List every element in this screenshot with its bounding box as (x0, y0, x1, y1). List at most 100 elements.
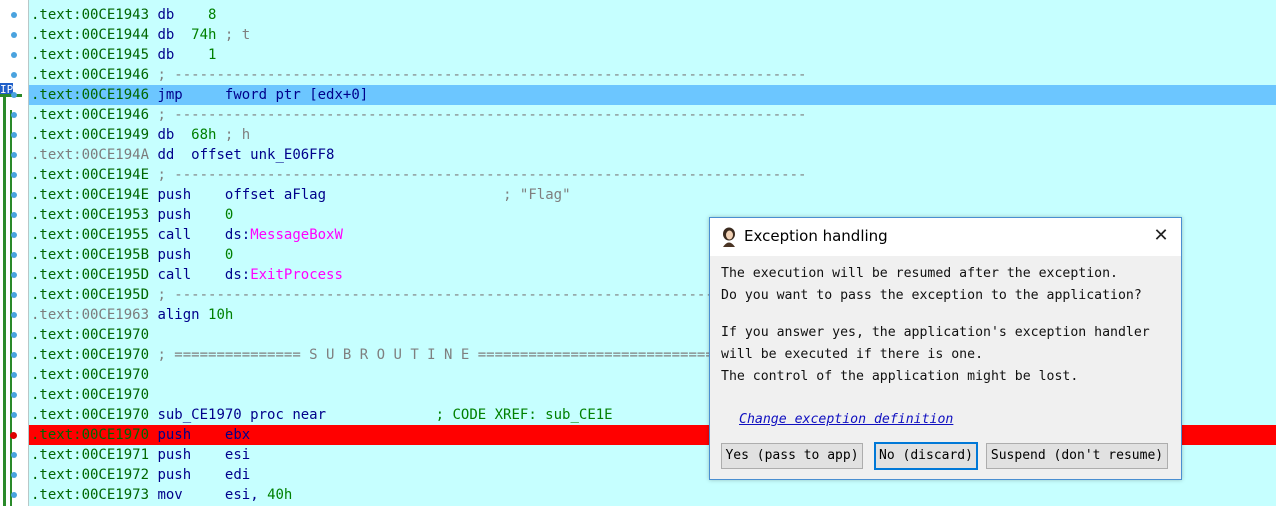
breakpoint-icon[interactable] (10, 432, 17, 439)
gutter-dot-icon[interactable] (11, 172, 17, 178)
listing-row[interactable]: .text:00CE1944 db 74h ; t (29, 25, 1276, 45)
listing-operand: 74h (191, 27, 217, 43)
exception-handling-dialog: Exception handling ✕ The execution will … (709, 217, 1182, 480)
listing-mnemonic: db (157, 27, 175, 43)
listing-row[interactable]: .text:00CE1946 ; -----------------------… (29, 65, 1276, 85)
listing-import-name: ExitProcess (250, 267, 343, 283)
gutter-dot-icon[interactable] (11, 112, 17, 118)
listing-operand: 0 (224, 247, 234, 263)
gutter-dot-icon[interactable] (11, 272, 17, 278)
no-discard-button[interactable]: No (discard) (874, 442, 978, 470)
listing-separator: ; --------------------------------------… (157, 67, 807, 83)
listing-address: .text:00CE1946 (31, 87, 150, 103)
dialog-message-line-5: The control of the application might be … (721, 369, 1079, 384)
listing-address: .text:00CE1972 (31, 467, 150, 483)
change-exception-definition-link[interactable]: Change exception definition (739, 412, 953, 427)
listing-address: .text:00CE195B (31, 247, 150, 263)
listing-address: .text:00CE1963 (31, 307, 150, 323)
listing-address: .text:00CE1970 (31, 407, 150, 423)
listing-row[interactable]: .text:00CE1949 db 68h ; h (29, 125, 1276, 145)
listing-address: .text:00CE1970 (31, 347, 150, 363)
dialog-message-line-2: Do you want to pass the exception to the… (721, 288, 1142, 303)
listing-operand: ds: (224, 267, 251, 283)
listing-row[interactable]: .text:00CE194A dd offset unk_E06FF8 (29, 145, 1276, 165)
gutter-dot-icon[interactable] (11, 252, 17, 258)
listing-address: .text:00CE195D (31, 287, 150, 303)
breakpoint-gutter[interactable]: IP (0, 0, 29, 506)
listing-address: .text:00CE1955 (31, 227, 150, 243)
gutter-dot-icon[interactable] (11, 52, 17, 58)
yes-pass-to-app-button[interactable]: Yes (pass to app) (721, 443, 863, 469)
listing-row[interactable]: .text:00CE194E push offset aFlag ; "Flag… (29, 185, 1276, 205)
listing-address: .text:00CE1971 (31, 447, 150, 463)
gutter-dot-icon[interactable] (11, 72, 17, 78)
gutter-dot-icon[interactable] (11, 12, 17, 18)
gutter-dot-icon[interactable] (11, 192, 17, 198)
dialog-titlebar[interactable]: Exception handling ✕ (710, 218, 1181, 256)
gutter-dot-icon[interactable] (11, 312, 17, 318)
dialog-message-line-3: If you answer yes, the application's exc… (721, 325, 1150, 340)
listing-separator: ; --------------------------------------… (157, 107, 807, 123)
listing-comment: ; t (224, 27, 251, 43)
gutter-dot-icon[interactable] (11, 412, 17, 418)
listing-mnemonic: push (157, 427, 192, 443)
listing-comment: ; "Flag" (503, 187, 571, 203)
gutter-dot-icon[interactable] (11, 132, 17, 138)
listing-row[interactable]: .text:00CE1973 mov esi, 40h (29, 485, 1276, 505)
listing-address: .text:00CE195D (31, 267, 150, 283)
listing-address: .text:00CE1973 (31, 487, 150, 503)
gutter-dot-icon[interactable] (11, 492, 17, 498)
gutter-dot-icon[interactable] (11, 372, 17, 378)
listing-address: .text:00CE1970 (31, 327, 150, 343)
listing-row[interactable]: .text:00CE1945 db 1 (29, 45, 1276, 65)
listing-address: .text:00CE1945 (31, 47, 150, 63)
listing-mnemonic: call (157, 227, 192, 243)
listing-separator: ; --------------------------------------… (157, 167, 807, 183)
listing-operand: offset aFlag (224, 187, 327, 203)
listing-operand: ebx (224, 427, 251, 443)
listing-operand: 10h (208, 307, 234, 323)
listing-mnemonic: push (157, 187, 192, 203)
gutter-dot-icon[interactable] (11, 212, 17, 218)
flow-arrow-line (3, 96, 6, 506)
listing-row[interactable]: .text:00CE1946 ; -----------------------… (29, 105, 1276, 125)
listing-operand: esi, (224, 487, 268, 503)
suspend-dont-resume-button[interactable]: Suspend (don't resume) (986, 443, 1168, 469)
listing-row[interactable]: .text:00CE194E ; -----------------------… (29, 165, 1276, 185)
gutter-dot-icon[interactable] (11, 32, 17, 38)
listing-mnemonic: push (157, 247, 192, 263)
listing-row[interactable]: .text:00CE1946 jmp fword ptr [edx+0] (29, 85, 1276, 105)
listing-operand: 8 (208, 7, 217, 23)
listing-operand: 68h (191, 127, 217, 143)
listing-address: .text:00CE1943 (31, 7, 150, 23)
listing-address: .text:00CE1946 (31, 67, 150, 83)
dialog-message-line-4: will be executed if there is one. (721, 347, 984, 362)
gutter-dot-icon[interactable] (11, 332, 17, 338)
gutter-dot-icon[interactable] (11, 352, 17, 358)
listing-operand: 0 (224, 207, 234, 223)
listing-comment: ; h (224, 127, 251, 143)
listing-address: .text:00CE1970 (31, 427, 150, 443)
gutter-dot-icon[interactable] (11, 292, 17, 298)
gutter-dot-icon[interactable] (11, 152, 17, 158)
listing-mnemonic: call (157, 267, 192, 283)
listing-address: .text:00CE1949 (31, 127, 150, 143)
listing-mnemonic: db (157, 47, 175, 63)
gutter-dot-icon[interactable] (11, 392, 17, 398)
listing-mnemonic: dd (157, 147, 175, 163)
flow-arrow-line-2 (10, 110, 12, 506)
close-icon[interactable]: ✕ (1151, 226, 1171, 246)
gutter-dot-icon[interactable] (11, 472, 17, 478)
listing-row[interactable]: .text:00CE1943 db 8 (29, 5, 1276, 25)
ida-app-icon (723, 227, 735, 247)
listing-address: .text:00CE1953 (31, 207, 150, 223)
gutter-dot-icon[interactable] (11, 452, 17, 458)
listing-address: .text:00CE1944 (31, 27, 150, 43)
gutter-dot-icon[interactable] (11, 232, 17, 238)
gutter-dot-icon[interactable] (11, 92, 17, 98)
listing-mnemonic: push (157, 467, 192, 483)
listing-operand: fword ptr [edx+0] (224, 87, 369, 103)
listing-mnemonic: align (157, 307, 200, 323)
listing-operand: edi (224, 467, 251, 483)
listing-mnemonic: db (157, 7, 175, 23)
